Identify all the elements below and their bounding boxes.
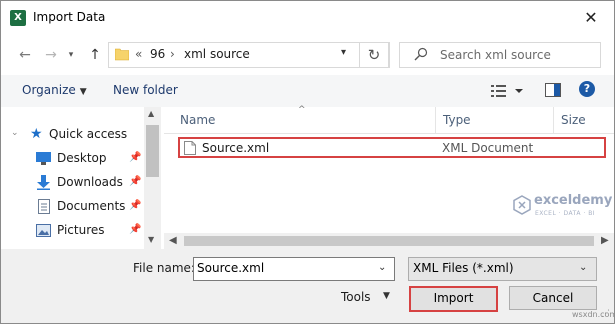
pin-icon: 📌 xyxy=(129,224,142,235)
scroll-right-icon[interactable]: ▶ xyxy=(601,233,609,249)
tools-dropdown-icon[interactable]: ▼ xyxy=(383,291,390,301)
pane-divider[interactable] xyxy=(161,107,163,249)
exceldemy-watermark: exceldemy EXCEL · DATA · BI xyxy=(504,193,614,223)
pin-icon: 📌 xyxy=(129,176,142,187)
sort-ascending-icon: ^ xyxy=(298,105,306,115)
scroll-thumb[interactable] xyxy=(146,125,159,177)
import-data-dialog: X Import Data ✕ ← → ▾ ↑ « 96 › xml sourc… xyxy=(0,0,615,324)
dialog-title: Import Data xyxy=(33,10,106,24)
view-options-icon[interactable] xyxy=(489,82,529,100)
file-name-label: File name: xyxy=(133,261,195,275)
chevron-down-icon: ▼ xyxy=(79,87,87,97)
chevron-down-icon[interactable]: ⌄ xyxy=(11,128,19,138)
nav-label: Downloads xyxy=(57,175,123,189)
horizontal-scrollbar[interactable]: ◀ ▶ xyxy=(164,233,614,249)
folder-icon xyxy=(115,48,129,61)
file-name-input[interactable]: Source.xml ⌄ xyxy=(193,257,395,281)
column-header-name[interactable]: Name xyxy=(180,113,215,127)
up-arrow-icon[interactable]: ↑ xyxy=(85,45,105,65)
recent-locations-chevron-icon[interactable]: ▾ xyxy=(61,45,81,65)
organize-label: Organize xyxy=(22,83,76,97)
cancel-button[interactable]: Cancel xyxy=(509,286,597,310)
scroll-thumb[interactable] xyxy=(184,236,594,246)
xml-file-icon xyxy=(184,141,196,155)
dialog-footer: File name: Source.xml ⌄ XML Files (*.xml… xyxy=(1,249,614,323)
column-header-type[interactable]: Type xyxy=(443,113,471,127)
tools-button[interactable]: Tools xyxy=(341,290,371,304)
scroll-up-icon[interactable]: ▲ xyxy=(148,109,154,118)
breadcrumb-item[interactable]: xml source xyxy=(184,47,250,61)
file-type: XML Document xyxy=(442,141,534,155)
document-icon xyxy=(38,199,50,214)
title-bar: X Import Data ✕ xyxy=(1,1,614,35)
pin-icon: 📌 xyxy=(129,152,142,163)
scroll-down-icon[interactable]: ▼ xyxy=(148,235,154,244)
breadcrumb-overflow[interactable]: « xyxy=(135,47,142,61)
nav-label: Pictures xyxy=(57,223,105,237)
close-icon[interactable]: ✕ xyxy=(573,4,609,32)
chevron-down-icon[interactable]: ⌄ xyxy=(378,262,386,273)
address-bar[interactable]: « 96 › xml source ▾ xyxy=(108,42,390,68)
nav-item-pictures[interactable]: Pictures 📌 xyxy=(1,220,141,242)
nav-label: Quick access xyxy=(49,127,128,141)
organize-button[interactable]: Organize ▼ xyxy=(22,83,87,97)
nav-item-desktop[interactable]: Desktop 📌 xyxy=(1,148,141,170)
navigation-pane: ⌄ ★ Quick access Desktop 📌 Downloads 📌 D… xyxy=(1,107,144,249)
watermark-tagline: EXCEL · DATA · BI xyxy=(535,210,596,217)
address-dropdown-icon[interactable]: ▾ xyxy=(341,47,346,58)
file-list: ^ Name Type Size Source.xml XML Document xyxy=(164,105,614,249)
download-icon xyxy=(37,175,50,190)
address-row: ← → ▾ ↑ « 96 › xml source ▾ ↻ Search xml… xyxy=(1,35,614,75)
new-folder-button[interactable]: New folder xyxy=(113,83,178,97)
excel-app-icon: X xyxy=(10,10,26,26)
breadcrumb-separator-icon: › xyxy=(170,47,175,61)
column-header-row: ^ Name Type Size xyxy=(164,105,614,134)
nav-label: Desktop xyxy=(57,151,107,165)
nav-item-downloads[interactable]: Downloads 📌 xyxy=(1,172,141,194)
help-icon[interactable]: ? xyxy=(579,81,595,97)
import-button[interactable]: Import xyxy=(409,286,498,312)
breadcrumb-item[interactable]: 96 xyxy=(150,47,165,61)
column-divider[interactable] xyxy=(553,107,554,133)
column-header-size[interactable]: Size xyxy=(561,113,586,127)
search-box[interactable]: Search xml source xyxy=(399,42,601,68)
chevron-down-icon: ⌄ xyxy=(579,262,588,273)
file-name-value: Source.xml xyxy=(197,261,265,275)
back-arrow-icon[interactable]: ← xyxy=(15,45,35,65)
file-type-select[interactable]: XML Files (*.xml) ⌄ xyxy=(408,257,597,281)
nav-item-documents[interactable]: Documents 📌 xyxy=(1,196,141,218)
search-icon xyxy=(414,47,428,61)
main-area: ⌄ ★ Quick access Desktop 📌 Downloads 📌 D… xyxy=(1,105,614,249)
pin-icon: 📌 xyxy=(129,200,142,211)
file-name: Source.xml xyxy=(202,141,270,155)
pictures-icon xyxy=(36,224,51,237)
star-icon: ★ xyxy=(30,126,43,142)
nav-item-quick-access[interactable]: ⌄ ★ Quick access xyxy=(1,124,141,146)
search-placeholder: Search xml source xyxy=(440,48,551,62)
column-divider[interactable] xyxy=(435,107,436,133)
nav-label: Documents xyxy=(57,199,126,213)
scroll-left-icon[interactable]: ◀ xyxy=(169,233,177,249)
exceldemy-logo-icon xyxy=(513,195,531,215)
watermark-brand: exceldemy xyxy=(534,193,613,208)
forward-arrow-icon[interactable]: → xyxy=(41,45,61,65)
nav-scrollbar[interactable]: ▲ ▼ xyxy=(144,107,161,249)
command-toolbar: Organize ▼ New folder ? xyxy=(1,75,614,107)
preview-pane-icon[interactable] xyxy=(545,83,561,97)
site-watermark: wsxdn.com xyxy=(572,310,615,319)
file-row[interactable]: Source.xml XML Document xyxy=(178,137,606,158)
desktop-icon xyxy=(36,152,51,165)
file-type-value: XML Files (*.xml) xyxy=(413,261,514,275)
refresh-icon[interactable]: ↻ xyxy=(359,42,389,68)
